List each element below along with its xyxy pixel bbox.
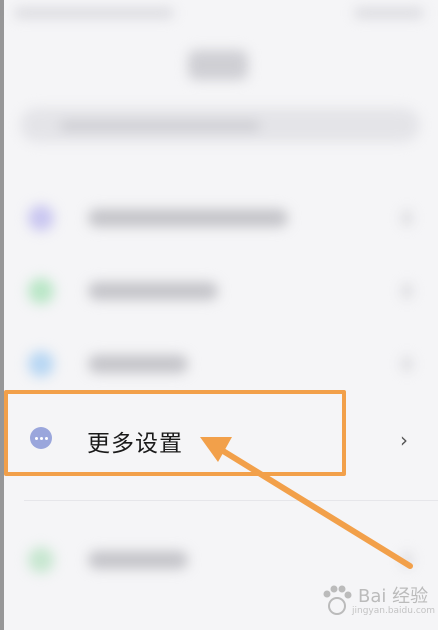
search-placeholder (60, 121, 260, 131)
baidu-jingyan-watermark: Bai 经验 jingyan.baidu.com (318, 580, 436, 624)
status-bar-left (14, 8, 174, 18)
page-title (188, 50, 248, 80)
row-label (88, 209, 288, 227)
chevron-right-icon (402, 211, 412, 225)
settings-row-2[interactable] (0, 256, 438, 326)
watermark-text: Bai 经验 (358, 586, 429, 607)
more-settings-label: 更多设置 (87, 431, 183, 457)
chevron-right-icon (402, 284, 412, 298)
status-bar-right (354, 8, 424, 18)
watermark-url: jingyan.baidu.com (352, 606, 436, 616)
row-icon (28, 547, 54, 573)
chevron-right-icon (402, 357, 412, 371)
row-icon (28, 205, 54, 231)
section-divider (24, 500, 438, 501)
more-dots-icon (30, 427, 52, 449)
chevron-right-icon (402, 553, 412, 567)
paw-logo-icon (323, 585, 352, 615)
more-settings-row[interactable]: 更多设置 › (0, 388, 438, 484)
chevron-right-icon: › (400, 428, 408, 452)
settings-screen: 更多设置 › Bai 经验 jingyan.baidu.com (0, 0, 438, 630)
settings-row-1[interactable] (0, 183, 438, 253)
row-icon (28, 351, 54, 377)
row-label (88, 282, 218, 300)
row-label (88, 551, 188, 569)
row-icon (28, 278, 54, 304)
row-label (88, 355, 188, 373)
